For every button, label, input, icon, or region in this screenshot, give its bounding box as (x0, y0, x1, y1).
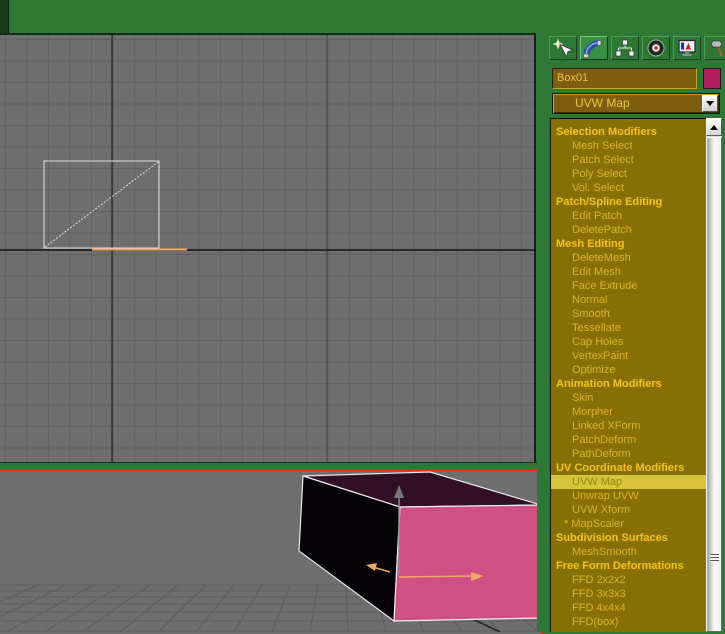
modifier-list: Selection ModifiersMesh SelectPatch Sele… (550, 118, 706, 632)
modifier-item[interactable]: Skin (551, 391, 706, 405)
chevron-down-icon (706, 101, 714, 106)
dropdown-button[interactable] (702, 95, 718, 112)
modifier-item[interactable]: * MapScaler (551, 517, 706, 531)
modifier-item[interactable]: DeleteMesh (551, 251, 706, 265)
modifier-item[interactable]: Normal (551, 293, 706, 307)
tab-display[interactable] (673, 36, 701, 60)
modifier-item[interactable]: Tessellate (551, 321, 706, 335)
modifier-category-header: Mesh Editing (551, 237, 706, 251)
tab-hierarchy[interactable] (611, 36, 639, 60)
modifier-list-scrollbar[interactable] (706, 118, 722, 632)
modifier-item[interactable]: Face Extrude (551, 279, 706, 293)
viewport-perspective[interactable] (0, 469, 543, 634)
modifier-category-header: Patch/Spline Editing (551, 195, 706, 209)
modifier-item[interactable]: Mesh Select (551, 139, 706, 153)
modifier-category-header: Free Form Deformations (551, 559, 706, 573)
modifier-item[interactable]: Morpher (551, 405, 706, 419)
modifier-item[interactable]: Edit Mesh (551, 265, 706, 279)
modifier-item[interactable]: Optimize (551, 363, 706, 377)
modifier-item[interactable]: Patch Select (551, 153, 706, 167)
monitor-icon (676, 38, 698, 58)
modifier-item[interactable]: Poly Select (551, 167, 706, 181)
bent-pipe-icon (583, 38, 605, 58)
arrow-star-icon (552, 38, 574, 58)
tab-modify[interactable] (580, 36, 608, 60)
modifier-item[interactable]: Edit Patch (551, 209, 706, 223)
modifier-item[interactable]: FFD 3x3x3 (551, 587, 706, 601)
modifier-item[interactable]: UVW Xform (551, 503, 706, 517)
modifier-item[interactable]: FFD 2x2x2 (551, 573, 706, 587)
box-object[interactable] (299, 472, 541, 621)
modifier-item[interactable]: UVW Map (551, 475, 706, 489)
modifier-item[interactable]: VertexPaint (551, 349, 706, 363)
modifier-category-header: UV Coordinate Modifiers (551, 461, 706, 475)
modifier-item[interactable]: Unwrap UVW (551, 489, 706, 503)
tab-utilities[interactable] (704, 36, 725, 60)
viewport-perspective-canvas (0, 471, 541, 632)
object-color-swatch[interactable] (703, 68, 721, 89)
command-panel: Box01 UVW Map Selection ModifiersMesh Se… (537, 0, 725, 632)
scrollbar-up-button[interactable] (706, 118, 722, 136)
command-panel-tabs (549, 36, 725, 60)
window-corner-block (0, 0, 9, 33)
modifier-category-header: Subdivision Surfaces (551, 531, 706, 545)
hammer-icon (707, 38, 725, 58)
modifier-category-header: Selection Modifiers (551, 125, 706, 139)
modifier-item[interactable]: PatchDeform (551, 433, 706, 447)
modifier-item[interactable]: PathDeform (551, 447, 706, 461)
modifier-item[interactable]: Cap Holes (551, 335, 706, 349)
modifier-dropdown[interactable]: UVW Map (552, 93, 720, 114)
modifier-item[interactable]: DeletePatch (551, 223, 706, 237)
modifier-category-header: Animation Modifiers (551, 377, 706, 391)
box-front-face[interactable] (394, 505, 541, 621)
chevron-up-icon (710, 125, 718, 130)
wheel-icon (645, 38, 667, 58)
tab-create[interactable] (549, 36, 577, 60)
modifier-dropdown-value: UVW Map (553, 94, 719, 113)
modifier-item[interactable]: Linked XForm (551, 419, 706, 433)
scrollbar-thumb[interactable] (706, 137, 722, 632)
linked-boxes-icon (614, 38, 636, 58)
wireframe-object[interactable] (44, 161, 159, 248)
object-name-input[interactable]: Box01 (552, 68, 697, 89)
modifier-item[interactable]: Smooth (551, 307, 706, 321)
modifier-item[interactable]: MeshSmooth (551, 545, 706, 559)
modifier-item[interactable]: FFD 4x4x4 (551, 601, 706, 615)
viewport-front[interactable] (0, 33, 536, 464)
scrollbar-grip-icon (710, 554, 719, 562)
viewport-front-canvas (0, 35, 534, 462)
modifier-item[interactable]: Vol. Select (551, 181, 706, 195)
tab-motion[interactable] (642, 36, 670, 60)
modifier-item[interactable]: FFD(box) (551, 615, 706, 629)
